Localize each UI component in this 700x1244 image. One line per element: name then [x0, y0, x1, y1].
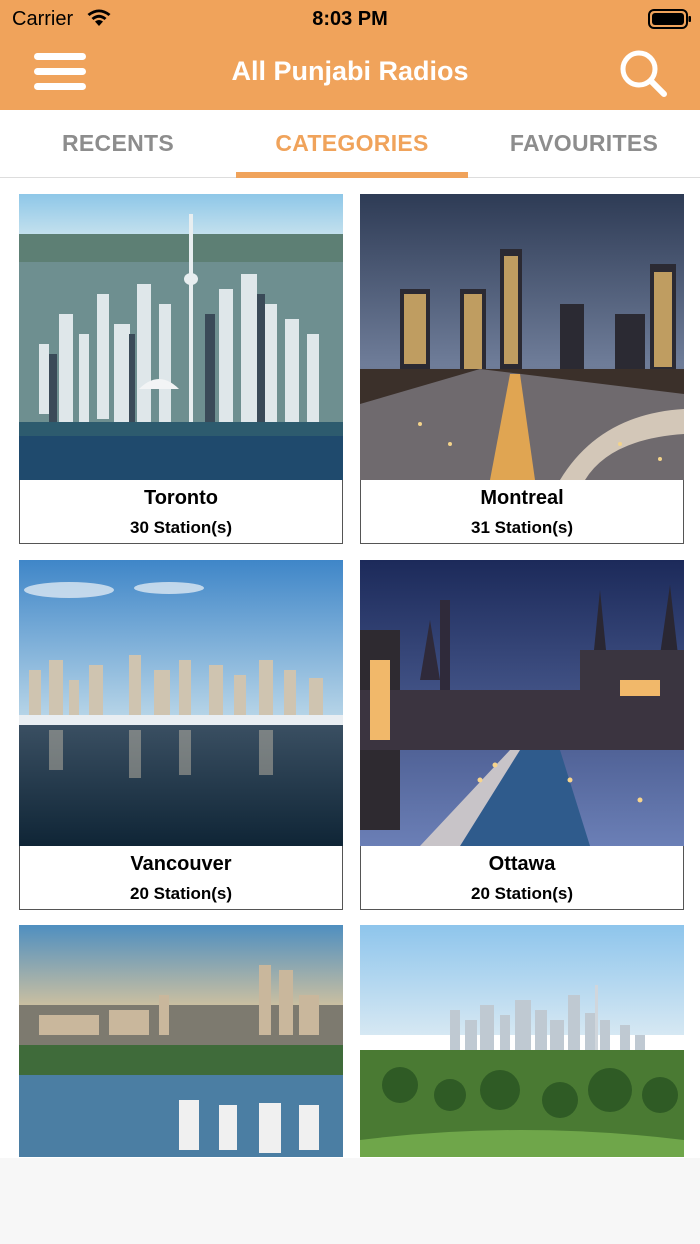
city-image-ottawa	[360, 560, 684, 846]
bottom-area	[0, 1158, 700, 1244]
city-image-toronto	[19, 194, 343, 480]
category-caption: Toronto 30 Station(s)	[19, 480, 343, 544]
category-caption: Ottawa 20 Station(s)	[360, 846, 684, 910]
station-count: 20 Station(s)	[129, 884, 233, 903]
category-card-vancouver[interactable]: Vancouver 20 Station(s)	[19, 560, 343, 910]
station-count: 20 Station(s)	[470, 884, 574, 903]
search-icon[interactable]	[618, 48, 668, 98]
category-card-toronto[interactable]: Toronto 30 Station(s)	[19, 194, 343, 544]
category-grid: Toronto 30 Station(s) Montreal 31 Statio…	[0, 178, 700, 1244]
station-count: 30 Station(s)	[129, 518, 233, 537]
city-image-vancouver	[19, 560, 343, 846]
tab-bar: RECENTS CATEGORIES FAVOURITES	[0, 110, 700, 178]
category-card-montreal[interactable]: Montreal 31 Station(s)	[360, 194, 684, 544]
app-title: All Punjabi Radios	[231, 56, 469, 86]
city-image-5	[19, 925, 343, 1157]
battery-full-icon	[648, 9, 691, 29]
city-name: Toronto	[143, 487, 219, 509]
tab-categories[interactable]: CATEGORIES	[236, 110, 468, 178]
city-name: Ottawa	[488, 853, 556, 875]
category-caption: Vancouver 20 Station(s)	[19, 846, 343, 910]
city-image-montreal	[360, 194, 684, 480]
category-caption: Montreal 31 Station(s)	[360, 480, 684, 544]
status-bar: Carrier 8:03 PM	[0, 0, 700, 38]
category-card-ottawa[interactable]: Ottawa 20 Station(s)	[360, 560, 684, 910]
app-screen: Carrier 8:03 PM All Punjabi Radios RECEN…	[0, 0, 700, 1244]
tab-recents[interactable]: RECENTS	[0, 110, 236, 178]
navigation-bar: Carrier 8:03 PM All Punjabi Radios	[0, 0, 700, 110]
city-name: Vancouver	[130, 853, 232, 875]
tab-favourites[interactable]: FAVOURITES	[468, 110, 700, 178]
category-card-5[interactable]	[19, 925, 343, 1157]
city-image-6	[360, 925, 684, 1157]
station-count: 31 Station(s)	[470, 518, 574, 537]
city-name: Montreal	[480, 487, 564, 509]
category-card-6[interactable]	[360, 925, 684, 1157]
status-time: 8:03 PM	[312, 8, 388, 30]
